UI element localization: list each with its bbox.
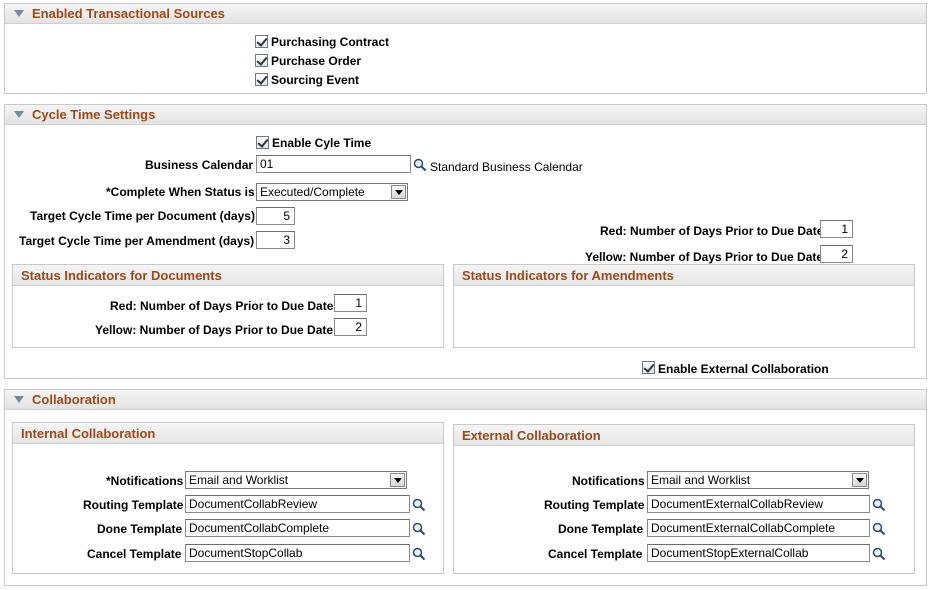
amend-status-box: Status Indicators for Amendments — [453, 264, 915, 348]
section-title: Cycle Time Settings — [32, 107, 156, 122]
enabled-sources-section: Enabled Transactional Sources Purchasing… — [4, 3, 927, 94]
external-done-input[interactable]: DocumentExternalCollabComplete — [647, 519, 870, 537]
magnifier-icon[interactable] — [872, 522, 886, 536]
purchasing-contract-label: Purchasing Contract — [271, 35, 390, 49]
enable-external-collab-label: Enable External Collaboration — [658, 362, 829, 376]
magnifier-icon[interactable] — [872, 498, 886, 512]
internal-collab-title: Internal Collaboration — [21, 426, 156, 441]
collapse-triangle-icon[interactable] — [14, 10, 24, 17]
cycle-time-header[interactable]: Cycle Time Settings — [5, 105, 926, 125]
enable-cycle-time-checkbox[interactable] — [256, 136, 269, 149]
purchase-order-label: Purchase Order — [271, 54, 362, 68]
sourcing-event-label: Sourcing Event — [271, 73, 360, 87]
internal-routing-label: Routing Template — [83, 498, 184, 512]
internal-collab-box: Internal Collaboration *Notifications Em… — [12, 422, 444, 574]
internal-cancel-input[interactable]: DocumentStopCollab — [185, 544, 410, 562]
external-notifications-label: Notifications — [572, 474, 645, 488]
business-calendar-label: Business Calendar — [145, 158, 254, 172]
collapse-triangle-icon[interactable] — [14, 111, 24, 118]
business-calendar-input[interactable]: 01 — [256, 155, 411, 173]
docs-red-label: Red: Number of Days Prior to Due Date — [110, 299, 334, 313]
complete-status-value: Executed/Complete — [260, 185, 365, 199]
external-cancel-label: Cancel Template — [548, 547, 643, 561]
purchasing-contract-checkbox[interactable] — [255, 35, 268, 48]
dropdown-arrow-icon[interactable] — [391, 185, 406, 199]
internal-collab-header: Internal Collaboration — [13, 423, 443, 444]
external-routing-label: Routing Template — [544, 498, 645, 512]
docs-red-input[interactable]: 1 — [334, 294, 367, 312]
docs-status-header: Status Indicators for Documents — [13, 265, 443, 286]
right-yellow-label: Yellow: Number of Days Prior to Due Date — [585, 250, 824, 264]
target-doc-input[interactable]: 5 — [256, 207, 295, 225]
complete-status-select[interactable]: Executed/Complete — [256, 183, 408, 201]
external-collab-box: External Collaboration Notifications Ema… — [453, 424, 915, 574]
internal-notifications-label: *Notifications — [106, 474, 184, 488]
right-red-input[interactable]: 1 — [820, 220, 853, 238]
docs-yellow-label: Yellow: Number of Days Prior to Due Date — [95, 323, 334, 337]
target-doc-label: Target Cycle Time per Document (days) — [30, 209, 255, 223]
internal-done-label: Done Template — [97, 522, 183, 536]
right-yellow-input[interactable]: 2 — [820, 245, 853, 263]
enable-external-collab-checkbox[interactable] — [642, 361, 655, 374]
external-collab-header: External Collaboration — [454, 425, 914, 446]
external-notifications-select[interactable]: Email and Worklist — [647, 471, 869, 489]
docs-status-title: Status Indicators for Documents — [21, 268, 222, 283]
internal-notifications-select[interactable]: Email and Worklist — [185, 471, 407, 489]
cycle-time-section: Cycle Time Settings Enable Cyle Time Bus… — [4, 104, 927, 379]
internal-done-input[interactable]: DocumentCollabComplete — [185, 519, 410, 537]
docs-yellow-input[interactable]: 2 — [334, 318, 367, 336]
enabled-sources-header[interactable]: Enabled Transactional Sources — [5, 4, 926, 24]
amend-status-title: Status Indicators for Amendments — [462, 268, 674, 283]
collaboration-header[interactable]: Collaboration — [5, 390, 926, 410]
business-calendar-description: Standard Business Calendar — [430, 160, 583, 174]
amend-status-header: Status Indicators for Amendments — [454, 265, 914, 286]
external-routing-input[interactable]: DocumentExternalCollabReview — [647, 495, 870, 513]
internal-notifications-value: Email and Worklist — [189, 473, 289, 487]
enable-cycle-time-label: Enable Cyle Time — [272, 136, 372, 150]
purchase-order-checkbox[interactable] — [255, 54, 268, 67]
external-done-label: Done Template — [558, 522, 644, 536]
dropdown-arrow-icon[interactable] — [390, 473, 405, 487]
collapse-triangle-icon[interactable] — [14, 396, 24, 403]
target-amend-label: Target Cycle Time per Amendment (days) — [19, 234, 255, 248]
external-collab-title: External Collaboration — [462, 428, 601, 443]
magnifier-icon[interactable] — [412, 498, 426, 512]
complete-status-label: *Complete When Status is — [106, 185, 255, 199]
internal-cancel-label: Cancel Template — [87, 547, 182, 561]
collaboration-section: Collaboration Internal Collaboration *No… — [4, 389, 927, 586]
external-notifications-value: Email and Worklist — [651, 473, 751, 487]
target-amend-input[interactable]: 3 — [256, 231, 295, 249]
external-cancel-input[interactable]: DocumentStopExternalCollab — [647, 544, 870, 562]
section-title: Enabled Transactional Sources — [32, 6, 225, 21]
dropdown-arrow-icon[interactable] — [852, 473, 867, 487]
magnifier-icon[interactable] — [872, 547, 886, 561]
section-title: Collaboration — [32, 392, 116, 407]
sourcing-event-checkbox[interactable] — [255, 73, 268, 86]
magnifier-icon[interactable] — [412, 547, 426, 561]
magnifier-icon[interactable] — [413, 158, 427, 172]
right-red-label: Red: Number of Days Prior to Due Date — [600, 224, 824, 238]
magnifier-icon[interactable] — [412, 522, 426, 536]
docs-status-box: Status Indicators for Documents Red: Num… — [12, 264, 444, 348]
internal-routing-input[interactable]: DocumentCollabReview — [185, 495, 410, 513]
